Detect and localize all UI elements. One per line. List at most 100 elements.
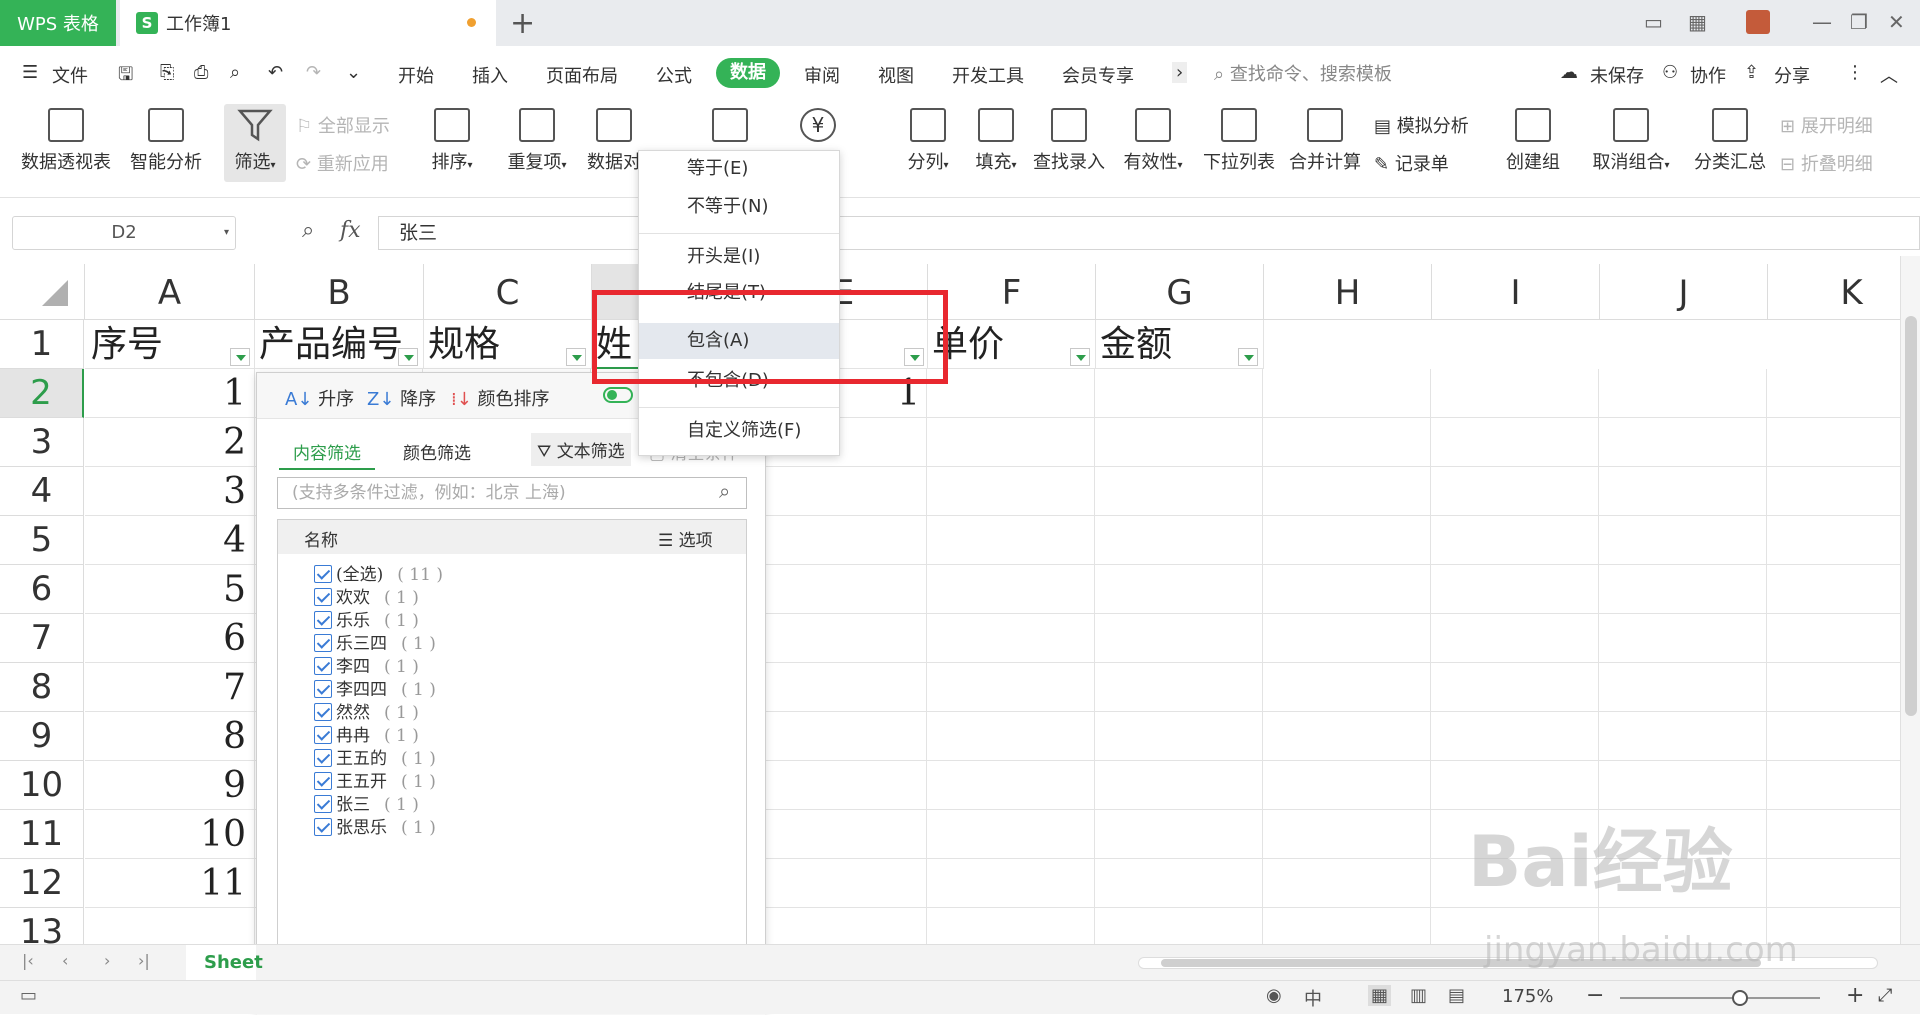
grid-cell[interactable] bbox=[1599, 418, 1767, 467]
search-icon[interactable]: ⌕ bbox=[719, 479, 730, 503]
filter-dropdown-f[interactable] bbox=[1070, 348, 1090, 366]
row-header-9[interactable]: 9 bbox=[0, 712, 84, 761]
grid-cell[interactable] bbox=[1095, 565, 1263, 614]
grid-cell[interactable] bbox=[1767, 565, 1900, 614]
grid-cell[interactable] bbox=[927, 712, 1095, 761]
row-header-8[interactable]: 8 bbox=[0, 663, 84, 712]
save-icon[interactable]: 🖫 bbox=[118, 62, 133, 92]
duplicates-button[interactable]: 重复项▾ bbox=[502, 108, 572, 174]
toggle-switch[interactable] bbox=[603, 387, 633, 403]
input-mode-icon[interactable]: 中 bbox=[1304, 985, 1322, 1011]
checkbox-checked-icon[interactable] bbox=[314, 680, 332, 698]
grid-cell[interactable] bbox=[759, 908, 927, 944]
column-header-g[interactable]: G bbox=[1096, 264, 1264, 320]
menu-scroll-right-icon[interactable]: › bbox=[1172, 62, 1188, 83]
formula-input[interactable]: 张三 bbox=[378, 216, 1920, 250]
grid-cell[interactable] bbox=[759, 516, 927, 565]
cell-a4[interactable]: 3 bbox=[85, 467, 255, 516]
grid-cell[interactable] bbox=[1263, 418, 1431, 467]
column-header-k[interactable]: K bbox=[1768, 264, 1900, 320]
cell-a7[interactable]: 6 bbox=[85, 614, 255, 663]
menu-item-equals[interactable]: 等于(E) bbox=[639, 151, 839, 187]
row-header-6[interactable]: 6 bbox=[0, 565, 84, 614]
menu-formula[interactable]: 公式 bbox=[656, 62, 692, 88]
fill-button[interactable]: 填充▾ bbox=[968, 108, 1024, 174]
grid-cell[interactable] bbox=[1263, 516, 1431, 565]
close-icon[interactable]: ✕ bbox=[1888, 10, 1905, 34]
zoom-search-icon[interactable]: ⌕ bbox=[302, 218, 314, 243]
row-header-13[interactable]: 13 bbox=[0, 908, 84, 944]
last-sheet-icon[interactable]: ›| bbox=[138, 951, 150, 970]
show-all-button[interactable]: ⚐ 全部显示 bbox=[296, 112, 390, 138]
create-group-button[interactable]: 创建组 bbox=[1500, 108, 1566, 174]
grid-cell[interactable] bbox=[1263, 810, 1431, 859]
grid-cell[interactable] bbox=[1431, 369, 1599, 418]
checkbox-checked-icon[interactable] bbox=[314, 565, 332, 583]
name-box[interactable]: D2 ▾ bbox=[12, 216, 236, 250]
command-search[interactable]: ⌕ 查找命令、搜索模板 bbox=[1214, 60, 1392, 86]
ungroup-button[interactable]: 取消组合▾ bbox=[1590, 108, 1672, 174]
grid-cell[interactable] bbox=[1095, 810, 1263, 859]
grid-cell[interactable] bbox=[1263, 761, 1431, 810]
grid-cell[interactable] bbox=[1095, 614, 1263, 663]
grid-cell[interactable] bbox=[759, 810, 927, 859]
filter-dropdown-a[interactable] bbox=[230, 348, 250, 366]
filter-dropdown-c[interactable] bbox=[566, 348, 586, 366]
fullscreen-icon[interactable]: ⤢ bbox=[1878, 985, 1892, 1006]
options-button[interactable]: ☰ 选项 bbox=[658, 526, 713, 551]
data-compare-button[interactable]: 数据对 bbox=[584, 108, 644, 174]
menu-item-begins-with[interactable]: 开头是(I) bbox=[639, 239, 839, 275]
grid-cell[interactable] bbox=[1263, 663, 1431, 712]
first-sheet-icon[interactable]: |‹ bbox=[22, 951, 34, 970]
collapse-ribbon-icon[interactable]: ︿ bbox=[1880, 62, 1898, 88]
text-filter-button[interactable]: ⛛ 文本筛选 bbox=[531, 433, 631, 466]
row-header-4[interactable]: 4 bbox=[0, 467, 84, 516]
checkbox-checked-icon[interactable] bbox=[314, 588, 332, 606]
prev-sheet-icon[interactable]: ‹ bbox=[62, 951, 68, 970]
grid-cell[interactable] bbox=[1431, 614, 1599, 663]
grid-cell[interactable] bbox=[1767, 810, 1900, 859]
grid-cell[interactable] bbox=[1431, 565, 1599, 614]
grid-cell[interactable] bbox=[1767, 369, 1900, 418]
app-tab[interactable]: WPS 表格 bbox=[0, 0, 116, 46]
page-break-view-icon[interactable]: ▤ bbox=[1448, 985, 1465, 1006]
checkbox-checked-icon[interactable] bbox=[314, 657, 332, 675]
menu-page-layout[interactable]: 页面布局 bbox=[546, 62, 618, 88]
cell-a8[interactable]: 7 bbox=[85, 663, 255, 712]
filter-list-item[interactable]: 张思乐 ( 1 ) bbox=[314, 813, 436, 839]
grid-cell[interactable] bbox=[1431, 761, 1599, 810]
checkbox-checked-icon[interactable] bbox=[314, 818, 332, 836]
collapse-detail-button[interactable]: ⊟ 折叠明细 bbox=[1780, 150, 1873, 176]
record-form-button[interactable]: ✎ 记录单 bbox=[1374, 150, 1449, 176]
vertical-scrollbar[interactable] bbox=[1900, 256, 1920, 944]
checkbox-checked-icon[interactable] bbox=[314, 611, 332, 629]
grid-cell[interactable] bbox=[1263, 908, 1431, 944]
column-header-j[interactable]: J bbox=[1600, 264, 1768, 320]
menu-view[interactable]: 视图 bbox=[878, 62, 914, 88]
grid-cell[interactable] bbox=[1599, 663, 1767, 712]
cell-a5[interactable]: 4 bbox=[85, 516, 255, 565]
collaborate-button[interactable]: 协作 bbox=[1690, 62, 1726, 88]
grid-cell[interactable] bbox=[1263, 712, 1431, 761]
filter-button[interactable]: 筛选▾ bbox=[224, 104, 286, 182]
grid-cell[interactable] bbox=[927, 761, 1095, 810]
checkbox-checked-icon[interactable] bbox=[314, 749, 332, 767]
menu-member[interactable]: 会员专享 bbox=[1062, 62, 1134, 88]
grid-cell[interactable] bbox=[927, 810, 1095, 859]
grid-cell[interactable] bbox=[927, 565, 1095, 614]
grid-cell[interactable] bbox=[759, 467, 927, 516]
row-header-1[interactable]: 1 bbox=[0, 320, 84, 369]
menu-file[interactable]: 文件 bbox=[52, 62, 88, 88]
grid-cell[interactable] bbox=[759, 663, 927, 712]
row-header-7[interactable]: 7 bbox=[0, 614, 84, 663]
simulate-analysis-button[interactable]: ▤ 模拟分析 bbox=[1374, 112, 1469, 138]
grid-cell[interactable] bbox=[1263, 467, 1431, 516]
unsaved-status[interactable]: 未保存 bbox=[1590, 62, 1644, 88]
cell-a9[interactable]: 8 bbox=[85, 712, 255, 761]
minimize-icon[interactable]: — bbox=[1812, 10, 1832, 34]
expand-detail-button[interactable]: ⊞ 展开明细 bbox=[1780, 112, 1873, 138]
export-icon[interactable]: ⎘ bbox=[160, 62, 174, 83]
restore-icon[interactable]: ❐ bbox=[1850, 10, 1868, 34]
grid-cell[interactable] bbox=[1095, 761, 1263, 810]
grid-cell[interactable] bbox=[1263, 369, 1431, 418]
